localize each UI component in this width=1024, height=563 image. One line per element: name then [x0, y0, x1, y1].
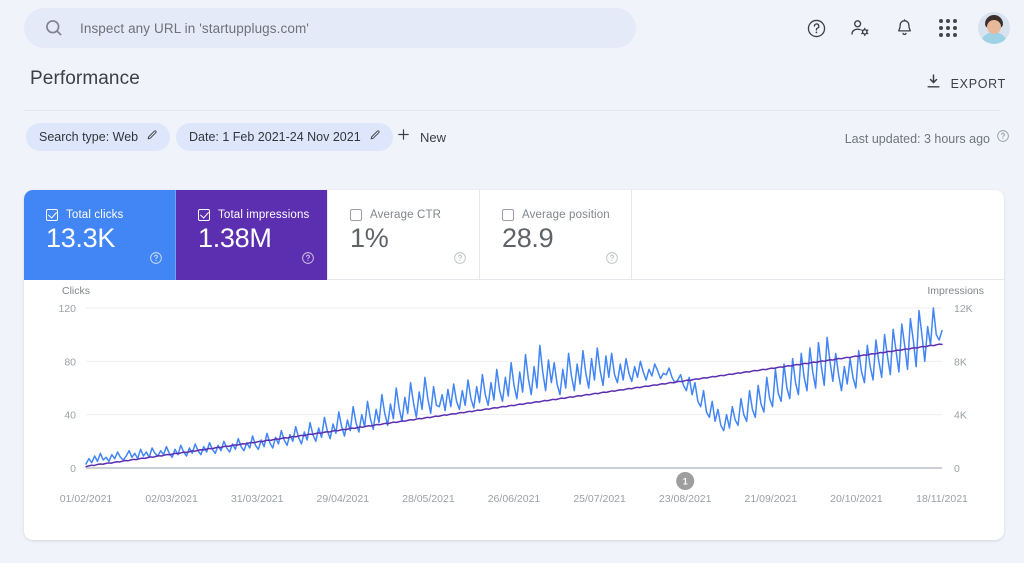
- performance-chart[interactable]: Clicks Impressions 120 12K 80 8K 40 4K 0 0 01/02/2…: [24, 280, 1004, 540]
- help-circle-icon[interactable]: [453, 251, 467, 270]
- svg-text:31/03/2021: 31/03/2021: [231, 493, 284, 505]
- help-circle-icon[interactable]: [301, 251, 315, 270]
- metric-value: 1.38M: [198, 223, 272, 253]
- pencil-icon: [369, 128, 382, 146]
- svg-text:40: 40: [64, 410, 76, 422]
- svg-text:12K: 12K: [954, 303, 973, 315]
- filter-chip-search-type[interactable]: Search type: Web: [26, 123, 171, 151]
- search-placeholder: Inspect any URL in 'startupplugs.com': [80, 20, 309, 36]
- search-icon: [44, 18, 64, 38]
- metric-tiles-filler: [632, 190, 1004, 280]
- checkbox-checked-icon[interactable]: [198, 209, 210, 221]
- export-button[interactable]: EXPORT: [921, 70, 1010, 98]
- svg-text:20/10/2021: 20/10/2021: [830, 493, 883, 505]
- svg-text:4K: 4K: [954, 410, 967, 422]
- chart-canvas: Clicks Impressions 120 12K 80 8K 40 4K 0 0 01/02/2…: [58, 285, 984, 505]
- svg-text:Impressions: Impressions: [927, 285, 984, 297]
- svg-text:26/06/2021: 26/06/2021: [488, 493, 541, 505]
- svg-text:0: 0: [954, 463, 960, 475]
- download-icon: [925, 73, 942, 95]
- pencil-icon: [146, 128, 159, 146]
- metric-tile-average-ctr[interactable]: Average CTR 1%: [328, 190, 480, 280]
- help-circle-icon[interactable]: [149, 251, 163, 270]
- metric-label: Total clicks: [66, 209, 124, 221]
- svg-text:120: 120: [58, 303, 76, 315]
- performance-card: Total clicks 13.3K Total impressions 1.3…: [24, 190, 1004, 540]
- svg-text:21/09/2021: 21/09/2021: [745, 493, 798, 505]
- metric-tiles: Total clicks 13.3K Total impressions 1.3…: [24, 190, 1004, 280]
- metric-tile-header: Total impressions: [198, 209, 309, 221]
- title-row: Performance EXPORT: [0, 56, 1024, 110]
- svg-text:80: 80: [64, 356, 76, 368]
- metric-tile-total-clicks[interactable]: Total clicks 13.3K: [24, 190, 176, 280]
- svg-text:29/04/2021: 29/04/2021: [317, 493, 370, 505]
- svg-text:01/02/2021: 01/02/2021: [60, 493, 113, 505]
- metric-tile-header: Average CTR: [350, 209, 441, 221]
- page-title: Performance: [30, 68, 140, 89]
- metric-value: 1%: [350, 223, 389, 253]
- checkbox-unchecked-icon[interactable]: [350, 209, 362, 221]
- last-updated-label: Last updated: 3 hours ago: [844, 131, 990, 146]
- help-circle-icon[interactable]: [996, 129, 1010, 148]
- metric-label: Average position: [522, 209, 610, 221]
- metric-label: Total impressions: [218, 209, 310, 221]
- metric-tile-header: Total clicks: [46, 209, 123, 221]
- svg-text:28/05/2021: 28/05/2021: [402, 493, 455, 505]
- metric-value: 13.3K: [46, 223, 116, 253]
- notifications-bell-icon[interactable]: [884, 8, 924, 48]
- svg-text:18/11/2021: 18/11/2021: [916, 493, 968, 505]
- svg-text:Clicks: Clicks: [62, 285, 90, 297]
- filter-row: Search type: Web Date: 1 Feb 2021-24 Nov…: [0, 112, 1024, 162]
- checkbox-checked-icon[interactable]: [46, 209, 58, 221]
- svg-text:25/07/2021: 25/07/2021: [573, 493, 626, 505]
- svg-text:0: 0: [70, 463, 76, 475]
- metric-tile-header: Average position: [502, 209, 610, 221]
- last-updated: Last updated: 3 hours ago: [845, 129, 1010, 148]
- help-icon[interactable]: [796, 8, 836, 48]
- avatar[interactable]: [978, 12, 1010, 44]
- svg-text:23/08/2021: 23/08/2021: [659, 493, 712, 505]
- top-bar-icons: [796, 8, 1010, 48]
- new-filter-label: New: [420, 129, 447, 145]
- svg-text:1: 1: [683, 477, 688, 487]
- url-inspection-search[interactable]: Inspect any URL in 'startupplugs.com': [24, 8, 636, 48]
- filter-chip-date-label: Date: 1 Feb 2021-24 Nov 2021: [189, 130, 361, 144]
- metric-tile-total-impressions[interactable]: Total impressions 1.38M: [176, 190, 328, 280]
- filter-chip-date[interactable]: Date: 1 Feb 2021-24 Nov 2021: [176, 123, 393, 151]
- new-filter-button[interactable]: New: [390, 123, 452, 151]
- performance-page: Inspect any URL in 'startupplugs.com' Pe…: [0, 0, 1024, 563]
- metric-value: 28.9: [502, 223, 554, 253]
- metric-label: Average CTR: [370, 209, 442, 221]
- top-bar: Inspect any URL in 'startupplugs.com': [0, 0, 1024, 56]
- account-settings-icon[interactable]: [840, 8, 880, 48]
- plus-icon: [396, 127, 411, 147]
- checkbox-unchecked-icon[interactable]: [502, 209, 514, 221]
- help-circle-icon[interactable]: [605, 251, 619, 270]
- metric-tile-average-position[interactable]: Average position 28.9: [480, 190, 632, 280]
- header-divider: [24, 110, 1000, 111]
- svg-text:02/03/2021: 02/03/2021: [145, 493, 198, 505]
- export-label: EXPORT: [950, 77, 1006, 91]
- svg-text:8K: 8K: [954, 356, 967, 368]
- filter-chip-search-type-label: Search type: Web: [39, 130, 139, 144]
- apps-grid-icon[interactable]: [928, 8, 968, 48]
